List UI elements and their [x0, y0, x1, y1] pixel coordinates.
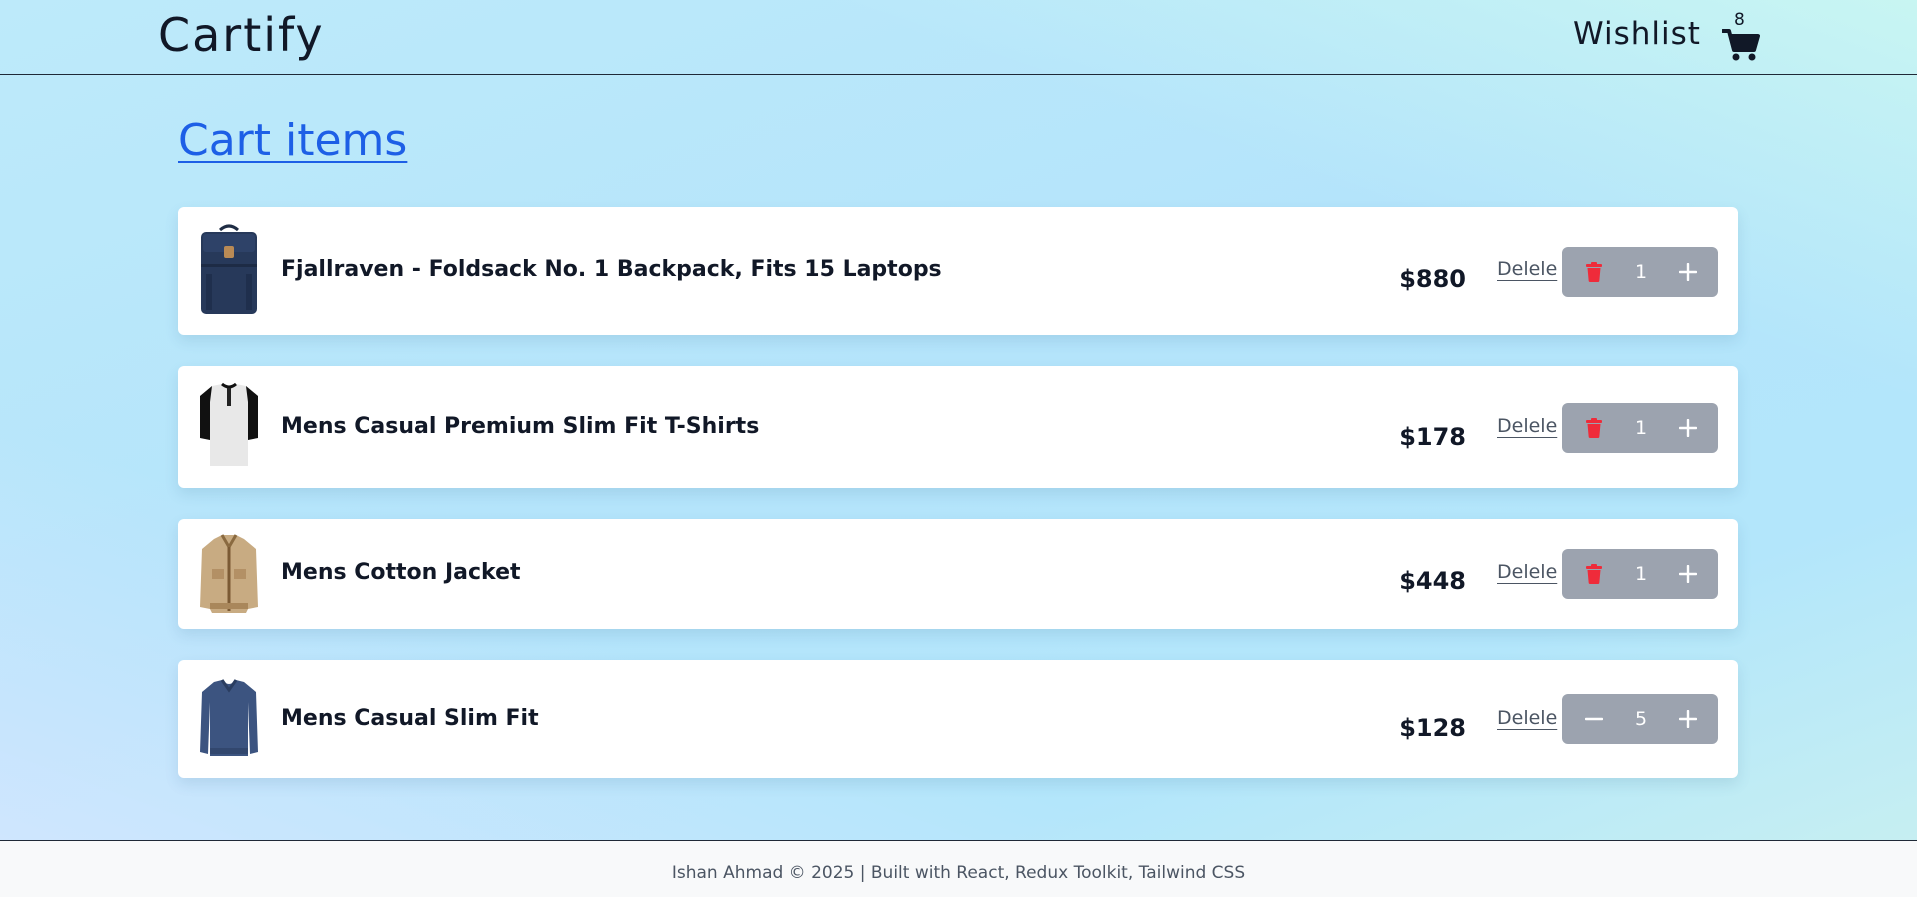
- slimfit-shirt-thumbnail: [198, 678, 260, 758]
- increment-button[interactable]: [1663, 694, 1713, 744]
- item-name: Mens Cotton Jacket: [281, 560, 521, 585]
- page-title[interactable]: Cart items: [178, 115, 407, 166]
- item-name: Fjallraven - Foldsack No. 1 Backpack, Fi…: [281, 257, 942, 282]
- item-price: $178: [1399, 423, 1466, 451]
- footer: Ishan Ahmad © 2025 | Built with React, R…: [0, 840, 1917, 897]
- plus-icon: [1679, 565, 1697, 583]
- minus-icon: [1585, 717, 1603, 721]
- quantity-stepper: 1: [1562, 549, 1718, 599]
- quantity-value: 5: [1634, 708, 1648, 730]
- item-price: $880: [1399, 265, 1466, 293]
- backpack-thumbnail: [198, 224, 260, 316]
- quantity-value: 1: [1634, 261, 1648, 283]
- shopping-cart-icon: [1722, 29, 1760, 61]
- plus-icon: [1679, 419, 1697, 437]
- trash-icon: [1586, 418, 1602, 438]
- brand-logo[interactable]: Cartify: [158, 8, 325, 62]
- quantity-stepper: 5: [1562, 694, 1718, 744]
- cart-item: Mens Casual Slim Fit $128 Delele 5: [178, 660, 1738, 778]
- cart-item: Mens Cotton Jacket $448 Delele 1: [178, 519, 1738, 629]
- jacket-thumbnail: [198, 533, 260, 615]
- plus-icon: [1679, 710, 1697, 728]
- delete-link[interactable]: Delele: [1497, 707, 1557, 729]
- decrement-button[interactable]: [1569, 694, 1619, 744]
- remove-item-button[interactable]: [1569, 549, 1619, 599]
- cart-item: Mens Casual Premium Slim Fit T-Shirts $1…: [178, 366, 1738, 488]
- item-name: Mens Casual Slim Fit: [281, 706, 539, 731]
- increment-button[interactable]: [1663, 403, 1713, 453]
- increment-button[interactable]: [1663, 549, 1713, 599]
- navbar: Cartify Wishlist 8: [0, 0, 1917, 75]
- remove-item-button[interactable]: [1569, 403, 1619, 453]
- increment-button[interactable]: [1663, 247, 1713, 297]
- tshirt-thumbnail: [198, 382, 260, 470]
- quantity-stepper: 1: [1562, 403, 1718, 453]
- item-name: Mens Casual Premium Slim Fit T-Shirts: [281, 414, 760, 439]
- cart-count-badge: 8: [1734, 10, 1745, 30]
- quantity-value: 1: [1634, 563, 1648, 585]
- wishlist-link[interactable]: Wishlist: [1573, 16, 1701, 52]
- plus-icon: [1679, 263, 1697, 281]
- quantity-value: 1: [1634, 417, 1648, 439]
- remove-item-button[interactable]: [1569, 247, 1619, 297]
- delete-link[interactable]: Delele: [1497, 258, 1557, 280]
- footer-credits: Ishan Ahmad © 2025 | Built with React, R…: [671, 863, 1246, 883]
- cart-item: Fjallraven - Foldsack No. 1 Backpack, Fi…: [178, 207, 1738, 335]
- cart-button[interactable]: 8: [1720, 10, 1762, 62]
- trash-icon: [1586, 564, 1602, 584]
- delete-link[interactable]: Delele: [1497, 561, 1557, 583]
- quantity-stepper: 1: [1562, 247, 1718, 297]
- trash-icon: [1586, 262, 1602, 282]
- item-price: $448: [1399, 567, 1466, 595]
- delete-link[interactable]: Delele: [1497, 415, 1557, 437]
- item-price: $128: [1399, 714, 1466, 742]
